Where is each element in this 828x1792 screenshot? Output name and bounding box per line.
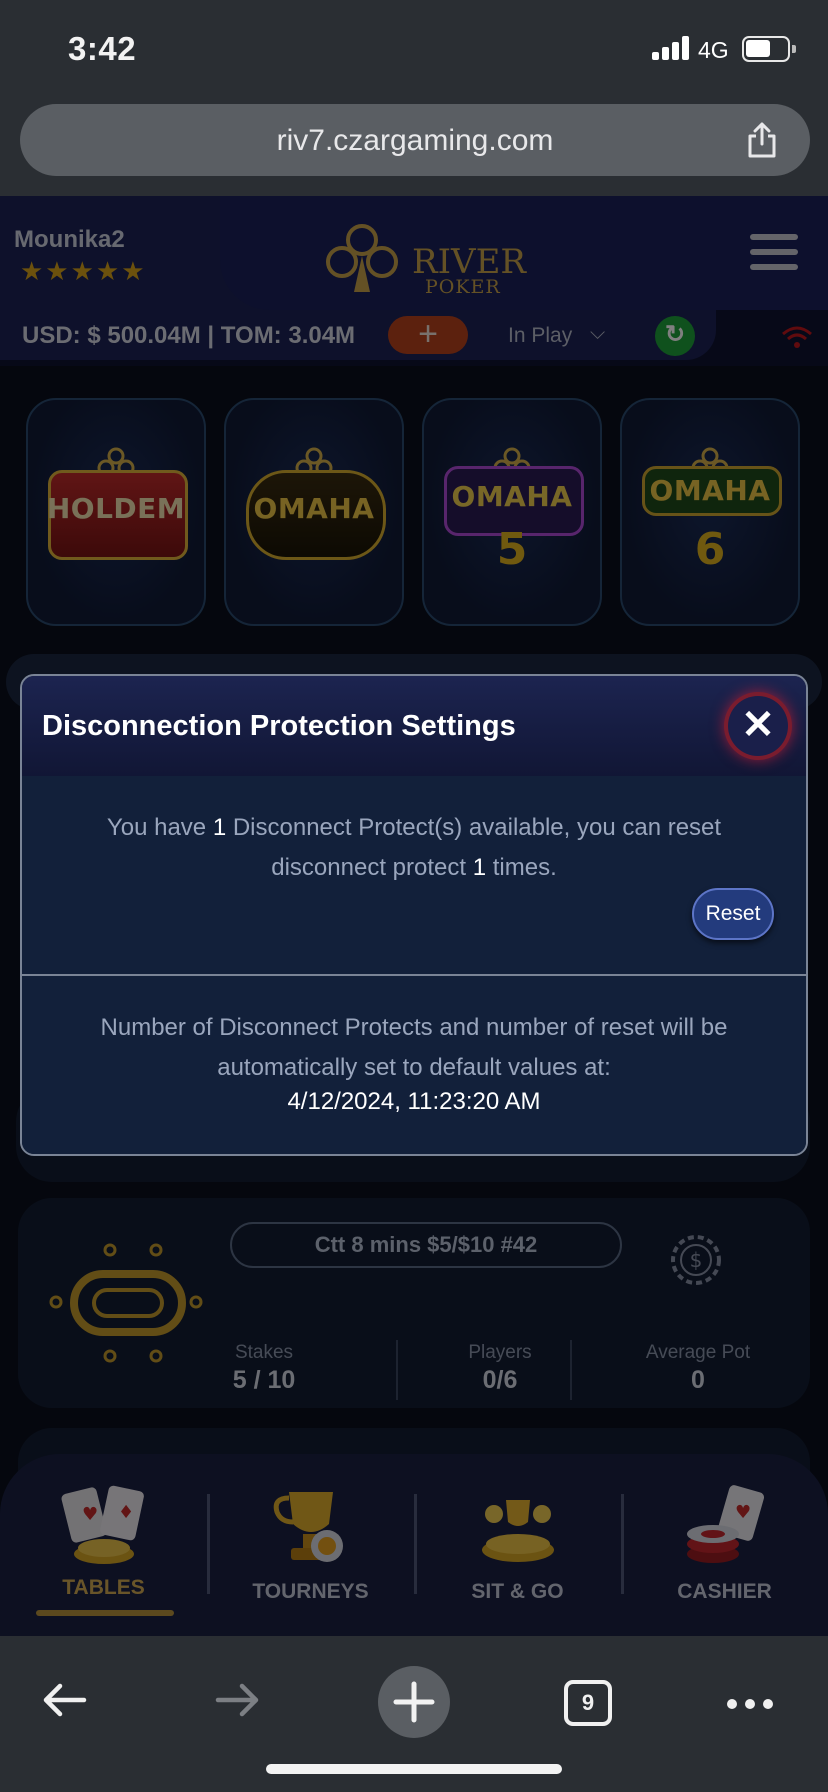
reset-schedule-note: Number of Disconnect Protects and number… [100, 1014, 728, 1081]
dialog-body: You have 1 Disconnect Protect(s) availab… [22, 776, 806, 974]
status-bar: 3:42 4G [0, 0, 828, 100]
tab-switcher-button[interactable]: 9 [564, 1680, 612, 1726]
dialog-header: Disconnection Protection Settings ✕ [22, 676, 806, 776]
dialog-footer: Number of Disconnect Protects and number… [22, 976, 806, 1154]
url-text: riv7.czargaming.com [276, 124, 554, 157]
plus-icon [393, 1681, 435, 1723]
clock: 3:42 [68, 30, 137, 67]
share-icon[interactable] [742, 120, 782, 160]
reset-button[interactable]: Reset [692, 888, 774, 940]
dialog-title: Disconnection Protection Settings [42, 710, 516, 742]
protect-count: 1 [212, 814, 227, 841]
network-type: 4G [698, 37, 729, 63]
reset-count: 1 [472, 854, 487, 881]
browser-address-area: riv7.czargaming.com [0, 100, 828, 196]
browser-toolbar: 9 [0, 1636, 828, 1792]
protect-availability-message: You have 1 Disconnect Protect(s) availab… [106, 814, 722, 881]
more-icon[interactable] [726, 1698, 774, 1710]
address-bar[interactable]: riv7.czargaming.com [20, 104, 810, 176]
cellular-signal-icon [652, 36, 692, 60]
battery-icon [742, 36, 796, 62]
back-arrow-icon[interactable] [40, 1680, 88, 1720]
close-icon[interactable]: ✕ [728, 696, 788, 756]
new-tab-button[interactable] [378, 1666, 450, 1738]
disconnection-protection-dialog: Disconnection Protection Settings ✕ You … [20, 674, 808, 1156]
home-indicator [266, 1764, 562, 1774]
reset-datetime: 4/12/2024, 11:23:20 AM [287, 1088, 541, 1115]
forward-arrow-icon[interactable] [214, 1680, 262, 1720]
